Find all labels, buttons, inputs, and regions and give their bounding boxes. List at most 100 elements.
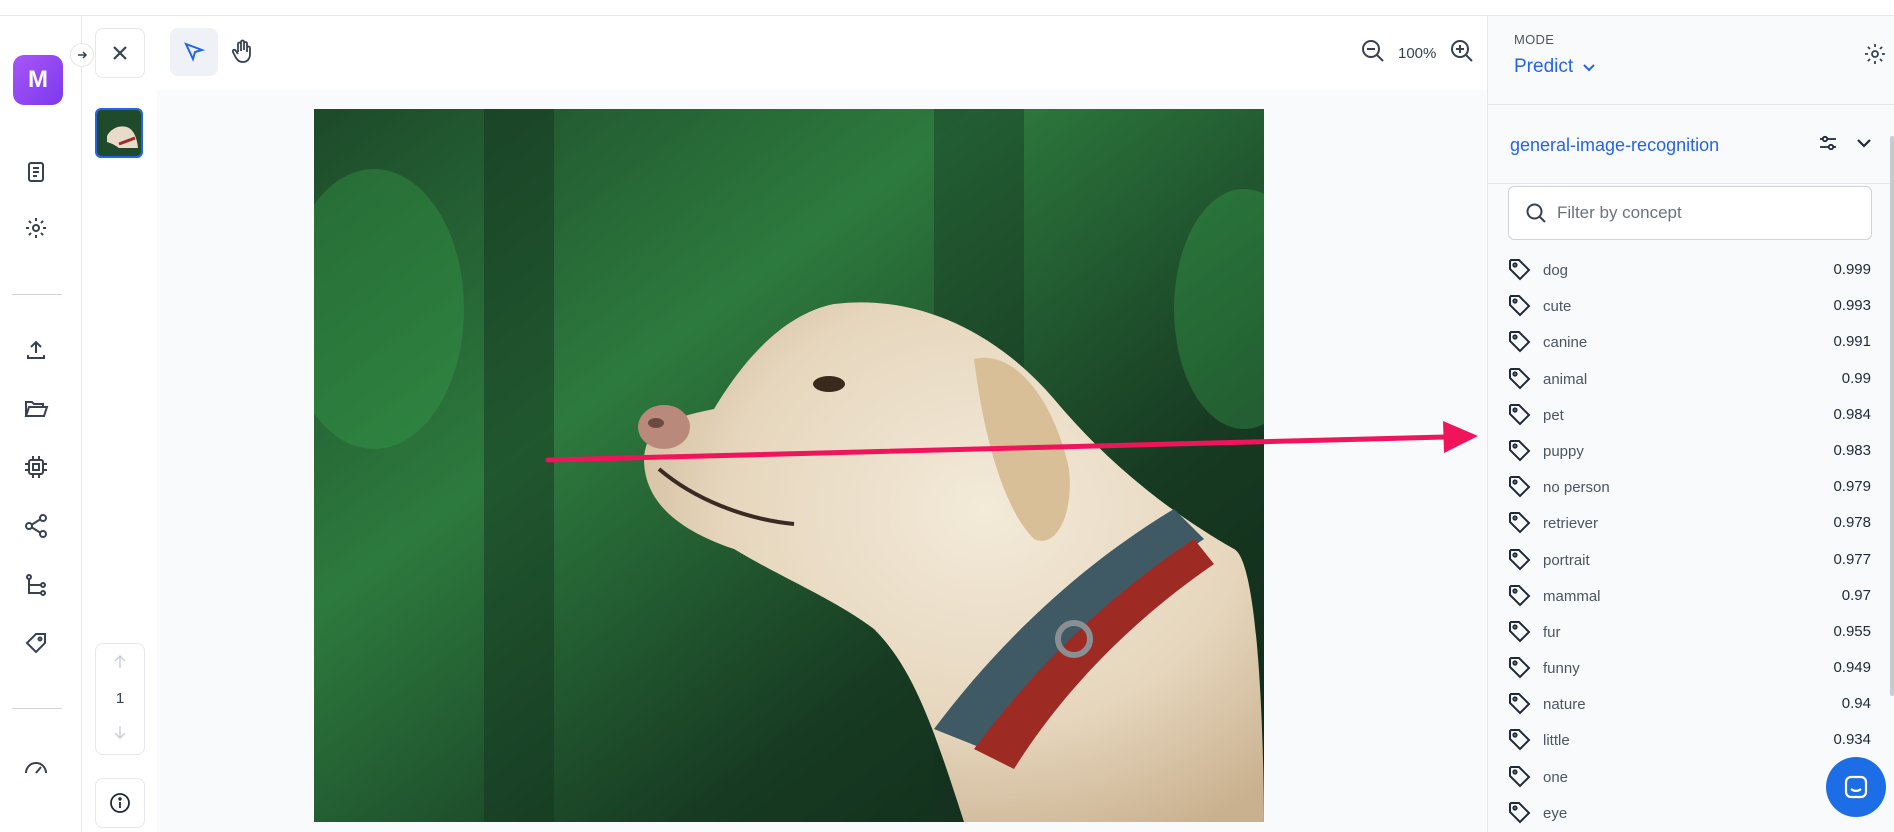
concept-score: 0.984 (1833, 405, 1871, 423)
tag-icon (1507, 402, 1531, 431)
speedometer-icon[interactable] (20, 751, 52, 783)
arrow-up-icon (114, 654, 126, 668)
concept-name: nature (1543, 696, 1586, 714)
concept-score: 0.978 (1833, 514, 1871, 532)
concept-row[interactable]: pet 0.984 (1488, 397, 1894, 433)
concept-name: cute (1543, 298, 1572, 316)
tag-icon (1507, 583, 1531, 612)
concept-row[interactable]: no person 0.979 (1488, 469, 1894, 505)
concept-name: animal (1543, 370, 1588, 388)
concept-score: 0.999 (1833, 261, 1871, 278)
next-input-button[interactable] (112, 724, 128, 745)
concept-row[interactable]: mammal 0.97 (1488, 578, 1894, 614)
concept-name: one (1543, 768, 1569, 786)
chevron-down-icon (1857, 139, 1871, 148)
concept-name: dog (1543, 262, 1569, 279)
mode-label: MODE (1514, 32, 1555, 47)
zoom-out-button[interactable] (1360, 38, 1386, 69)
tag-icon (1507, 474, 1531, 503)
concept-score: 0.949 (1833, 659, 1871, 677)
concept-score: 0.979 (1833, 478, 1871, 496)
input-thumbnail-strip: 1 (82, 90, 158, 832)
workspace-avatar[interactable]: M (13, 55, 63, 105)
arrow-down-icon (114, 726, 126, 740)
concept-score: 0.993 (1833, 297, 1871, 315)
concept-row[interactable]: portrait 0.977 (1488, 542, 1894, 578)
previous-input-button[interactable] (112, 654, 128, 675)
concept-name: funny (1543, 660, 1580, 678)
image-canvas[interactable] (157, 90, 1487, 832)
concept-row[interactable]: cute 0.993 (1488, 288, 1894, 324)
panel-scrollbar[interactable] (1890, 136, 1894, 696)
avatar-letter: M (28, 66, 48, 93)
tag-icon (1507, 764, 1531, 793)
concept-name: pet (1543, 406, 1564, 424)
mode-value: Predict (1514, 56, 1574, 77)
model-name: general-image-recognition (1510, 135, 1720, 155)
gear-icon (1865, 44, 1885, 64)
arrow-right-icon (78, 51, 88, 59)
tag-icon (1507, 257, 1531, 286)
tag-icon (1507, 366, 1531, 395)
concept-row[interactable]: canine 0.991 (1488, 324, 1894, 360)
folder-open-icon[interactable] (20, 393, 52, 425)
document-icon[interactable] (20, 156, 52, 188)
concept-score: 0.983 (1833, 441, 1871, 459)
concept-name: little (1543, 732, 1570, 750)
concept-name: mammal (1543, 587, 1601, 605)
chip-icon[interactable] (20, 451, 52, 483)
tag-icon (1507, 293, 1531, 322)
sliders-icon (1820, 135, 1836, 151)
collapse-model-button[interactable] (1854, 133, 1874, 158)
concept-row[interactable]: puppy 0.983 (1488, 433, 1894, 469)
mode-dropdown[interactable]: Predict (1514, 56, 1597, 78)
hand-icon (231, 39, 251, 63)
info-button[interactable] (95, 778, 145, 828)
zoom-out-icon (1362, 40, 1384, 62)
concept-score: 0.934 (1833, 731, 1871, 749)
expand-sidebar-button[interactable] (70, 43, 94, 67)
concept-row[interactable]: little 0.934 (1488, 722, 1894, 758)
filter-input[interactable] (1555, 202, 1859, 224)
tag-icon (1507, 438, 1531, 467)
concept-row[interactable]: retriever 0.978 (1488, 505, 1894, 541)
close-button[interactable] (95, 28, 145, 78)
workflow-icon[interactable] (20, 569, 52, 601)
concept-score: 0.99 (1841, 369, 1871, 387)
tag-icon (1507, 655, 1531, 684)
support-chat-button[interactable] (1826, 757, 1886, 817)
concept-name: retriever (1543, 515, 1599, 533)
pan-tool-button[interactable] (218, 28, 266, 76)
concept-list: dog 0.999 cute 0.993 canine 0.991 animal 0.99 pe… (1488, 252, 1894, 831)
concept-row[interactable]: animal 0.99 (1488, 361, 1894, 397)
zoom-in-button[interactable] (1449, 38, 1475, 69)
page-number: 1 (115, 690, 125, 707)
select-tool-button[interactable] (170, 28, 218, 76)
concept-row[interactable]: nature 0.94 (1488, 686, 1894, 722)
nav-divider (12, 708, 62, 709)
model-settings-button[interactable] (1818, 133, 1838, 158)
concept-row[interactable]: fur 0.955 (1488, 614, 1894, 650)
model-selector[interactable]: general-image-recognition (1488, 104, 1894, 184)
upload-icon[interactable] (20, 334, 52, 366)
panel-settings-button[interactable] (1863, 42, 1887, 71)
concept-filter[interactable] (1508, 186, 1872, 240)
share-icon[interactable] (20, 510, 52, 542)
dog-photo (314, 109, 1264, 822)
chat-icon (1844, 775, 1868, 799)
concept-row[interactable]: dog 0.999 (1488, 252, 1894, 288)
tag-icon (1507, 691, 1531, 720)
input-thumbnail[interactable] (95, 108, 143, 158)
top-border (0, 0, 1894, 16)
info-icon (110, 793, 130, 813)
search-icon (1525, 202, 1547, 224)
concept-score: 0.955 (1833, 622, 1871, 640)
chevron-down-icon (1583, 64, 1595, 72)
zoom-level: 100% (1398, 45, 1437, 62)
close-icon (113, 46, 127, 60)
tag-icon (1507, 329, 1531, 358)
concept-row[interactable]: funny 0.949 (1488, 650, 1894, 686)
label-tag-icon[interactable] (20, 627, 52, 659)
settings-gear-icon[interactable] (20, 212, 52, 244)
concept-name: canine (1543, 334, 1588, 352)
